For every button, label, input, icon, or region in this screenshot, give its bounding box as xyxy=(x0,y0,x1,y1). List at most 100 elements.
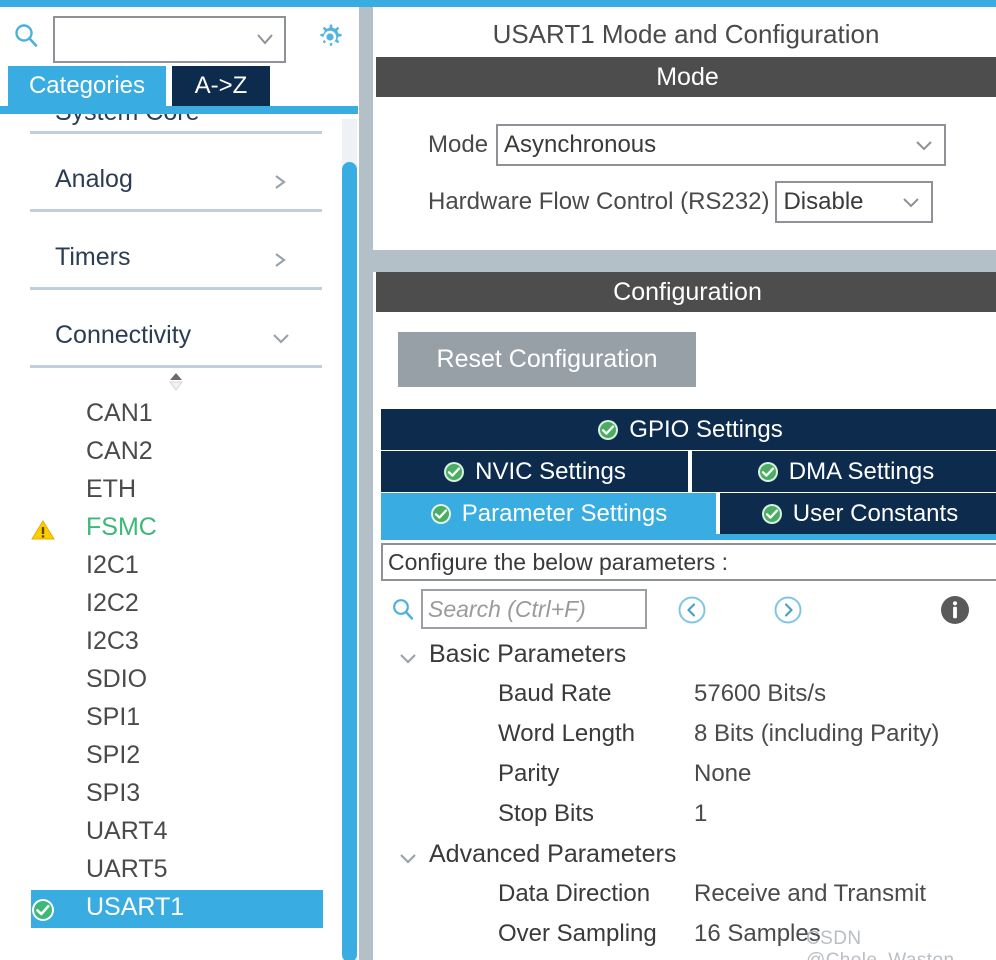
param-group-basic[interactable]: Basic Parameters xyxy=(381,638,996,678)
tab-label: User Constants xyxy=(792,499,959,527)
peripheral-label: I2C2 xyxy=(86,589,139,617)
tab-gpio-settings[interactable]: GPIO Settings xyxy=(381,409,996,450)
peripheral-label: CAN1 xyxy=(86,399,153,427)
mode-section-header: Mode xyxy=(376,57,996,97)
peripheral-label: SPI1 xyxy=(86,703,141,731)
list-item[interactable]: UART5 xyxy=(31,852,323,890)
configuration-pane: USART1 Mode and Configuration Mode Mode … xyxy=(370,7,996,960)
scroll-handle-icon[interactable] xyxy=(8,368,342,396)
param-name: Parity xyxy=(498,760,560,787)
configuration-section-header: Configuration xyxy=(376,272,996,312)
panel-separator-band xyxy=(370,250,996,272)
param-row[interactable]: Stop Bits 1 xyxy=(381,798,996,838)
peripheral-list: System Core Analog Timers xyxy=(8,114,342,960)
peripheral-label: FSMC xyxy=(86,513,157,541)
peripheral-label: USART1 xyxy=(86,893,185,921)
param-row[interactable]: Over Sampling 16 Samples xyxy=(381,918,996,958)
param-name: Word Length xyxy=(498,720,635,747)
chevron-down-icon xyxy=(270,330,292,346)
flow-control-select[interactable]: Disable xyxy=(775,181,934,223)
list-item[interactable]: SPI3 xyxy=(31,776,323,814)
list-item[interactable]: CAN2 xyxy=(31,434,323,472)
list-item[interactable]: SPI1 xyxy=(31,700,323,738)
tab-categories[interactable]: Categories xyxy=(8,66,166,106)
parameter-search-input[interactable] xyxy=(421,589,647,629)
param-value: 1 xyxy=(694,800,708,827)
param-group-label: Advanced Parameters xyxy=(429,840,677,868)
peripheral-label: CAN2 xyxy=(86,437,153,465)
sidebar-search-combo[interactable] xyxy=(53,16,286,63)
peripheral-label: UART4 xyxy=(86,817,168,845)
mode-select[interactable]: Asynchronous xyxy=(496,124,947,166)
category-label: System Core xyxy=(55,114,199,127)
active-tab-underline xyxy=(381,534,996,540)
chevron-down-icon xyxy=(914,138,934,152)
sidebar-tabs: Categories A->Z xyxy=(0,66,358,114)
reset-configuration-button[interactable]: Reset Configuration xyxy=(398,332,696,387)
mode-field-label: Mode xyxy=(428,131,489,158)
circle-chevron-right-icon[interactable] xyxy=(773,595,803,625)
list-item[interactable]: SPI2 xyxy=(31,738,323,776)
sidebar-category-connectivity[interactable]: Connectivity xyxy=(20,290,322,368)
peripheral-label: SDIO xyxy=(86,665,148,693)
peripheral-sidebar: Categories A->Z System Core Analog Timer… xyxy=(0,7,358,960)
list-item[interactable]: I2C3 xyxy=(31,624,323,662)
chevron-down-icon xyxy=(901,195,921,209)
list-item[interactable]: I2C1 xyxy=(31,548,323,586)
param-row[interactable]: Word Length 8 Bits (including Parity) xyxy=(381,718,996,758)
chevron-down-icon[interactable] xyxy=(256,32,274,46)
sidebar-category-timers[interactable]: Timers xyxy=(20,212,322,290)
info-icon[interactable] xyxy=(938,593,972,627)
tab-label: NVIC Settings xyxy=(475,457,626,485)
sidebar-category-system-core[interactable]: System Core xyxy=(20,114,322,134)
green-check-icon xyxy=(443,461,465,483)
tab-parameter-settings[interactable]: Parameter Settings xyxy=(381,493,716,534)
list-item-fsmc[interactable]: FSMC xyxy=(31,510,323,548)
category-label: Analog xyxy=(55,165,133,193)
list-item[interactable]: ETH xyxy=(31,472,323,510)
top-accent-bar xyxy=(0,0,996,7)
tab-nvic-settings[interactable]: NVIC Settings xyxy=(381,451,688,492)
peripheral-label: I2C3 xyxy=(86,627,139,655)
green-check-icon xyxy=(761,503,783,525)
circle-chevron-left-icon[interactable] xyxy=(677,595,707,625)
sidebar-search-row xyxy=(0,7,358,63)
param-row[interactable]: Data Direction Receive and Transmit xyxy=(381,878,996,918)
panel-divider xyxy=(359,7,370,960)
configure-hint-bar: Configure the below parameters : xyxy=(381,543,996,581)
gear-icon[interactable] xyxy=(314,21,346,53)
param-name: Data Direction xyxy=(498,880,651,907)
sidebar-tabs-underline xyxy=(0,106,358,114)
chevron-right-icon xyxy=(270,252,292,268)
chevron-down-icon[interactable] xyxy=(397,650,419,666)
list-item[interactable]: CAN1 xyxy=(31,396,323,434)
tab-a-to-z[interactable]: A->Z xyxy=(172,66,270,106)
peripheral-label: SPI3 xyxy=(86,779,141,807)
chevron-down-icon[interactable] xyxy=(397,850,419,866)
warning-triangle-icon xyxy=(31,518,55,542)
tab-label: GPIO Settings xyxy=(629,415,783,443)
list-item[interactable]: SDIO xyxy=(31,662,323,700)
sidebar-scrollbar-thumb[interactable] xyxy=(342,162,357,960)
mode-field-row: Mode Asynchronous xyxy=(428,124,947,166)
list-item-usart1-selected[interactable]: USART1 xyxy=(31,890,323,928)
parameter-search-row xyxy=(381,585,996,633)
list-item[interactable]: UART4 xyxy=(31,814,323,852)
green-check-icon xyxy=(31,898,55,922)
page-title: USART1 Mode and Configuration xyxy=(492,19,880,49)
green-check-icon xyxy=(430,503,452,525)
tab-dma-settings[interactable]: DMA Settings xyxy=(692,451,996,492)
param-group-advanced[interactable]: Advanced Parameters xyxy=(381,838,996,878)
param-group-label: Basic Parameters xyxy=(429,640,627,668)
peripheral-label: I2C1 xyxy=(86,551,139,579)
param-row[interactable]: Baud Rate 57600 Bits/s xyxy=(381,678,996,718)
flow-control-label: Hardware Flow Control (RS232) xyxy=(428,188,770,215)
param-name: Baud Rate xyxy=(498,680,612,707)
tab-user-constants[interactable]: User Constants xyxy=(720,493,996,534)
list-item[interactable]: I2C2 xyxy=(31,586,323,624)
category-label: Connectivity xyxy=(55,321,192,349)
param-row[interactable]: Parity None xyxy=(381,758,996,798)
param-value: 57600 Bits/s xyxy=(694,680,827,707)
search-input[interactable] xyxy=(61,18,256,61)
sidebar-category-analog[interactable]: Analog xyxy=(20,134,322,212)
